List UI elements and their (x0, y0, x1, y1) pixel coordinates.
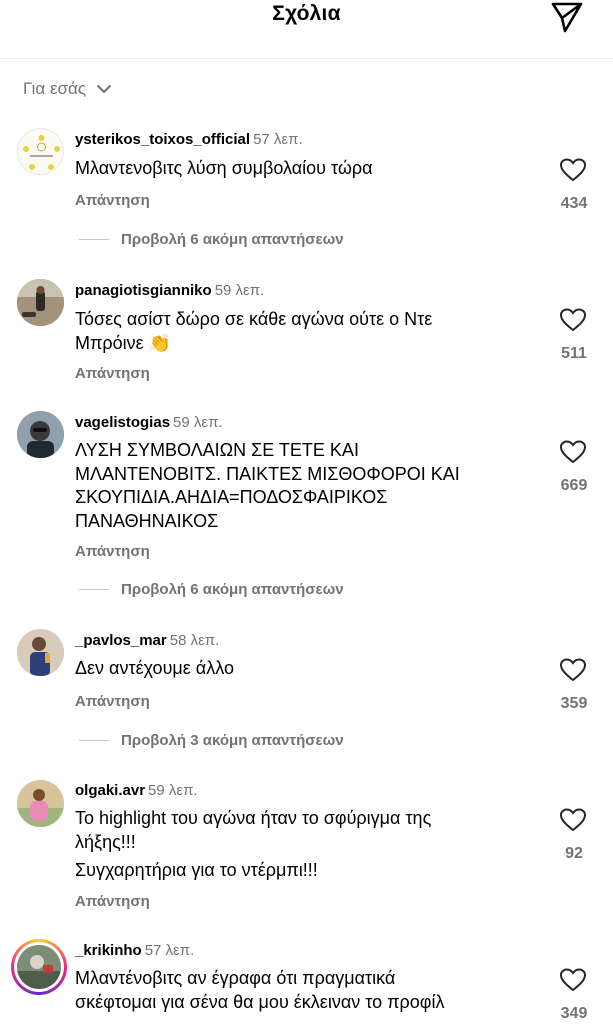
comment-line: σκέφτομαι για σένα θα μου έκλειναν το πρ… (75, 991, 445, 1012)
like-count: 511 (561, 345, 587, 362)
view-more-replies-button[interactable]: Προβολή 6 ακόμη απαντήσεων (79, 581, 344, 598)
page-title: Σχόλια (272, 2, 341, 25)
header: Σχόλια (0, 0, 613, 40)
avatar-image (17, 780, 64, 827)
comment-text: Δεν αντέχουμε άλλο (75, 657, 515, 681)
view-more-replies-label: Προβολή 6 ακόμη απαντήσεων (121, 231, 344, 248)
username[interactable]: olgaki.avr (75, 782, 145, 799)
heart-icon[interactable] (560, 808, 586, 832)
avatar[interactable] (17, 279, 64, 326)
filter-label: Για εσάς (23, 79, 87, 98)
reply-button[interactable]: Απάντηση (75, 192, 150, 209)
heart-icon[interactable] (560, 158, 586, 182)
avatar-image (17, 411, 64, 458)
comment-text: ΛΥΣΗ ΣΥΜΒΟΛΑΙΩΝ ΣΕ ΤΕΤΕ ΚΑΙ ΜΛΑΝΤΕΝΟΒΙΤΣ… (75, 439, 515, 533)
comment-line: Το highlight του αγώνα ήταν το σφύριγμα … (75, 808, 432, 828)
comment-text: Μλαντενοβιτς λύση συμβολαίου τώρα (75, 157, 515, 181)
timestamp: 57 λεπ. (253, 131, 303, 148)
comment-line: Μλαντενοβιτς λύση συμβολαίου τώρα (75, 158, 373, 178)
comment-meta: olgaki.avr 59 λεπ. (75, 782, 198, 799)
timestamp: 59 λεπ. (214, 282, 265, 299)
view-more-replies-button[interactable]: Προβολή 3 ακόμη απαντήσεων (79, 732, 344, 749)
comment-line: ΠΑΝΑΘΗΝΑΙΚΟΣ (75, 510, 219, 531)
chevron-down-icon (97, 85, 112, 93)
heart-icon[interactable] (560, 658, 586, 682)
divider-line (79, 239, 109, 240)
comment-meta: panagiotisgianniko 59 λεπ. (75, 282, 264, 299)
avatar-image (18, 129, 63, 174)
story-ring-inner (14, 942, 64, 992)
comment-line: ΛΥΣΗ ΣΥΜΒΟΛΑΙΩΝ ΣΕ ΤΕΤΕ ΚΑΙ (75, 440, 359, 460)
avatar-image (17, 945, 61, 989)
reply-button[interactable]: Απάντηση (75, 365, 150, 382)
timestamp: 59 λεπ. (148, 782, 198, 799)
reply-button[interactable]: Απάντηση (75, 543, 150, 560)
comment-line: ΣΚΟΥΠΙΔΙΑ.ΑΗΔΙΑ=ΠΟΔΟΣΦΑΙΡΙΚΟΣ (75, 487, 388, 507)
sort-filter-dropdown[interactable]: Για εσάς (23, 78, 112, 100)
comment-line: Συγχαρητήρια για το ντέρμπι!!! (75, 860, 318, 880)
avatar[interactable] (17, 780, 64, 827)
comment-line: Μλαντένοβιτς αν έγραφα ότι πραγματικά (75, 968, 396, 988)
view-more-replies-button[interactable]: Προβολή 6 ακόμη απαντήσεων (79, 231, 344, 248)
comment-meta: _pavlos_mar 58 λεπ. (75, 632, 219, 649)
like-count: 434 (560, 195, 588, 212)
avatar[interactable] (17, 128, 64, 175)
avatar-image (17, 279, 64, 326)
avatar (17, 945, 61, 989)
divider-line (79, 740, 109, 741)
avatar[interactable] (17, 629, 64, 676)
heart-icon[interactable] (560, 968, 586, 992)
like-count: 669 (560, 477, 588, 494)
like-count: 349 (560, 1005, 588, 1022)
username[interactable]: vagelistogias (75, 414, 170, 431)
timestamp: 59 λεπ. (173, 414, 223, 431)
comment-meta: ysterikos_toixos_official 57 λεπ. (75, 131, 303, 148)
timestamp: 57 λεπ. (144, 942, 195, 959)
send-icon[interactable] (548, 0, 584, 34)
avatar[interactable] (17, 411, 64, 458)
comment-line: Τόσες ασίστ δώρο σε κάθε αγώνα ούτε ο Ντ… (75, 309, 433, 329)
story-ring[interactable] (11, 939, 67, 995)
divider-line (79, 589, 109, 590)
reply-button[interactable]: Απάντηση (75, 693, 150, 710)
comment-text: Μλαντένοβιτς αν έγραφα ότι πραγματικά σκ… (75, 967, 515, 1014)
heart-icon[interactable] (560, 308, 586, 332)
comment-text: Τόσες ασίστ δώρο σε κάθε αγώνα ούτε ο Ντ… (75, 308, 515, 355)
comment-line: ΜΛΑΝΤΕΝΟΒΙΤΣ. ΠΑΙΚΤΕΣ ΜΙΣΘΟΦΟΡΟΙ ΚΑΙ (75, 463, 460, 484)
comment-line: λήξης!!! (75, 831, 136, 852)
comment-meta: _krikinho 57 λεπ. (75, 942, 194, 959)
comment-meta: vagelistogias 59 λεπ. (75, 414, 223, 431)
username[interactable]: _pavlos_mar (75, 632, 167, 649)
comment-line: Μπρόινε 👏 (75, 332, 172, 353)
username[interactable]: _krikinho (75, 942, 142, 959)
like-count: 359 (560, 695, 588, 712)
comment-line: Δεν αντέχουμε άλλο (75, 658, 234, 678)
username[interactable]: ysterikos_toixos_official (75, 131, 250, 148)
reply-button[interactable]: Απάντηση (75, 893, 150, 910)
timestamp: 58 λεπ. (169, 632, 220, 649)
avatar-image (17, 629, 64, 676)
view-more-replies-label: Προβολή 6 ακόμη απαντήσεων (121, 581, 344, 598)
header-divider (0, 58, 613, 59)
like-count: 92 (565, 845, 583, 862)
comment-text: Το highlight του αγώνα ήταν το σφύριγμα … (75, 807, 515, 883)
username[interactable]: panagiotisgianniko (75, 282, 212, 299)
view-more-replies-label: Προβολή 3 ακόμη απαντήσεων (121, 732, 344, 749)
heart-icon[interactable] (560, 440, 586, 464)
